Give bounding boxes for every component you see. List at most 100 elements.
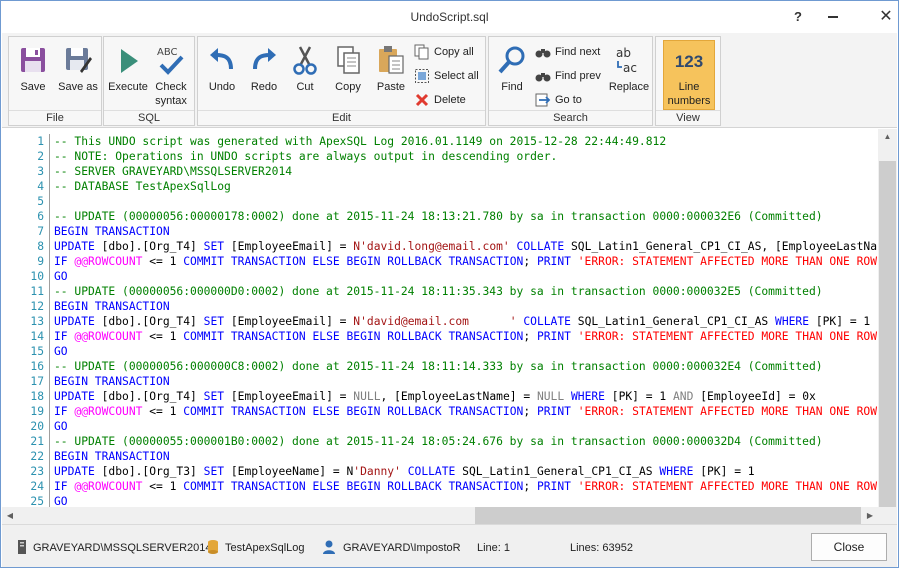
redo-button[interactable]: Redo: [244, 40, 284, 110]
replace-ab-ac-icon: ab ac: [616, 46, 637, 75]
paste-label: Paste: [376, 81, 406, 93]
code-token: UPDATE: [54, 390, 102, 403]
find-prev-button[interactable]: Find prev: [535, 66, 605, 86]
code-line: IF @@ROWCOUNT <= 1 COMMIT TRANSACTION EL…: [54, 479, 877, 494]
file-group: Save Save as File: [8, 36, 102, 126]
code-token: SQL_Latin1_General_CP1_CI_AS: [577, 315, 776, 328]
sql-group: Execute ABC Check syntax SQL: [103, 36, 195, 126]
code-token: IF: [54, 330, 75, 343]
line-number: 5: [37, 195, 44, 208]
code-token: SQL_Latin1_General_CP1_CI_AS, [EmployeeL…: [570, 240, 877, 253]
code-line: BEGIN TRANSACTION: [54, 374, 877, 389]
cut-button[interactable]: Cut: [286, 40, 324, 110]
select-all-button[interactable]: Select all: [414, 66, 484, 86]
scissors-icon: [293, 46, 317, 75]
code-line: -- UPDATE (00000056:000000D0:0002) done …: [54, 284, 877, 299]
code-token: -- DATABASE TestApexSqlLog: [54, 180, 231, 193]
code-token: AND: [673, 390, 701, 403]
line-number: 14: [30, 330, 44, 343]
code-token: NULL: [536, 390, 571, 403]
code-token: N'david@email.com ': [353, 315, 517, 328]
find-prev-label: Find prev: [555, 70, 601, 82]
database-icon: [208, 540, 218, 554]
code-line: -- SERVER GRAVEYARD\MSSQLSERVER2014: [54, 164, 877, 179]
line-numbers-icon: 123: [674, 52, 704, 71]
minimize-icon: [828, 16, 838, 18]
file-group-label: File: [9, 110, 101, 124]
vertical-scroll-thumb[interactable]: [879, 161, 896, 507]
scroll-left-arrow-icon[interactable]: ◀: [2, 507, 18, 524]
undo-button[interactable]: Undo: [202, 40, 242, 110]
go-to-label: Go to: [555, 94, 582, 106]
code-token: BEGIN TRANSACTION: [54, 375, 170, 388]
delete-button[interactable]: Delete: [414, 90, 484, 110]
help-button[interactable]: ?: [787, 7, 809, 27]
line-number: 7: [37, 225, 44, 238]
scroll-up-arrow-icon[interactable]: ▲: [878, 129, 897, 145]
code-token: -- SERVER GRAVEYARD\MSSQLSERVER2014: [54, 165, 293, 178]
find-label: Find: [501, 81, 523, 93]
replace-button[interactable]: ab ac Replace: [607, 40, 651, 110]
check-syntax-label: Check syntax: [149, 80, 193, 108]
paste-button[interactable]: Paste: [371, 40, 411, 110]
code-line: IF @@ROWCOUNT <= 1 COMMIT TRANSACTION EL…: [54, 254, 877, 269]
check-syntax-button[interactable]: ABC Check syntax: [149, 40, 193, 110]
save-button[interactable]: Save: [12, 40, 54, 110]
sql-editor[interactable]: 1 2 3 4 5 6 7 8 9 10 11 12 13 14 15 16 17 18 19 20 21 22 23 24 2…: [2, 129, 897, 524]
code-token: -- UPDATE (00000056:000000D0:0002) done …: [54, 285, 823, 298]
code-line: -- DATABASE TestApexSqlLog: [54, 179, 877, 194]
line-number: 2: [37, 150, 44, 163]
sql-group-label: SQL: [104, 110, 194, 124]
code-line: -- This UNDO script was generated with A…: [54, 134, 877, 149]
copy-all-icon: [414, 44, 429, 60]
check-syntax-line2: syntax: [155, 95, 187, 107]
copy-all-label: Copy all: [434, 46, 474, 58]
code-token: N'david.long@email.com': [353, 240, 510, 253]
go-to-button[interactable]: Go to: [535, 90, 605, 110]
redo-label: Redo: [250, 81, 278, 93]
line-numbers-line2: numbers: [667, 95, 711, 107]
code-token: GO: [54, 420, 68, 433]
find-next-button[interactable]: Find next: [535, 42, 605, 62]
close-button[interactable]: Close: [811, 533, 887, 561]
horizontal-scrollbar[interactable]: ◀ ▶: [2, 507, 878, 524]
code-token: GO: [54, 270, 68, 283]
horizontal-scroll-thumb[interactable]: [475, 507, 861, 524]
find-button[interactable]: Find: [493, 40, 531, 110]
code-line: GO: [54, 419, 877, 434]
save-as-button[interactable]: Save as: [55, 40, 101, 110]
code-token: COMMIT TRANSACTION ELSE BEGIN ROLLBACK T…: [183, 330, 524, 343]
code-token: SET: [203, 390, 231, 403]
line-number: 4: [37, 180, 44, 193]
cut-label: Cut: [296, 81, 314, 93]
code-token: IF: [54, 405, 75, 418]
code-token: SET: [203, 465, 231, 478]
line-number: 11: [30, 285, 44, 298]
minimize-button[interactable]: [822, 7, 844, 27]
binoculars-prev-icon: [535, 73, 551, 82]
code-line: IF @@ROWCOUNT <= 1 COMMIT TRANSACTION EL…: [54, 404, 877, 419]
delete-label: Delete: [434, 94, 466, 106]
line-number: 23: [30, 465, 44, 478]
code-line: -- UPDATE (00000056:00000178:0002) done …: [54, 209, 877, 224]
code-line: UPDATE [dbo].[Org_T4] SET [EmployeeEmail…: [54, 239, 877, 254]
copy-all-button[interactable]: Copy all: [414, 42, 484, 62]
code-token: -- This UNDO script was generated with A…: [54, 135, 667, 148]
code-token: -- NOTE: Operations in UNDO scripts are …: [54, 150, 558, 163]
code-area[interactable]: -- This UNDO script was generated with A…: [54, 134, 877, 509]
play-icon: [121, 49, 138, 73]
vertical-scrollbar[interactable]: ▲: [878, 129, 897, 507]
execute-button[interactable]: Execute: [107, 40, 149, 110]
line-number: 17: [30, 375, 44, 388]
scrollbar-corner: [878, 507, 897, 524]
close-window-button[interactable]: ✕: [875, 7, 897, 27]
copy-button[interactable]: Copy: [328, 40, 368, 110]
view-group: 123 Line numbers View: [655, 36, 721, 126]
code-line: UPDATE [dbo].[Org_T4] SET [EmployeeEmail…: [54, 314, 877, 329]
code-token: WHERE: [570, 390, 612, 403]
scroll-right-arrow-icon[interactable]: ▶: [862, 507, 878, 524]
select-all-icon: [415, 69, 429, 83]
replace-label: Replace: [608, 81, 650, 93]
line-numbers-toggle[interactable]: 123 Line numbers: [663, 40, 715, 110]
